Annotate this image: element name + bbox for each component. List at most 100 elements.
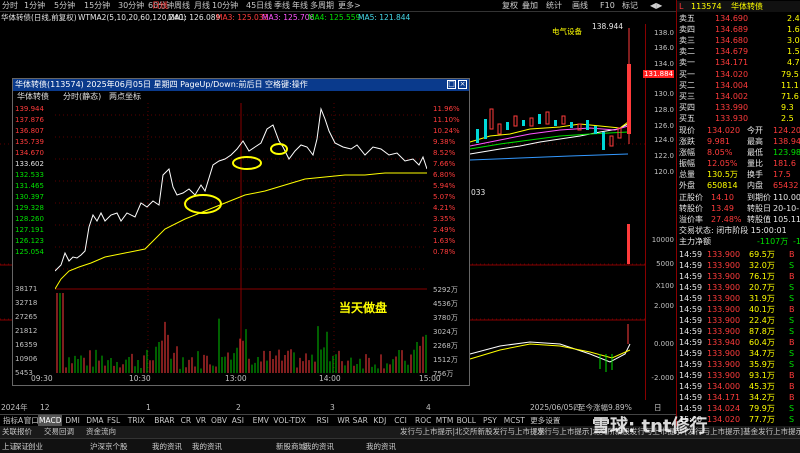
indicator-tab[interactable]: CCI — [393, 415, 408, 426]
indicator-tab[interactable]: FSL — [106, 415, 121, 426]
stat-value: 65432 — [773, 181, 799, 190]
buy-volume: 9.3 — [781, 103, 794, 112]
tick-side: S — [789, 327, 795, 336]
taskbar-item[interactable]: 我的资讯 — [152, 439, 182, 453]
intraday-price-tick: 135.739 — [15, 138, 44, 146]
ma-indicator-bar: 华体转债(日线,前复权) WTMA2(5,10,20,60,120,240) M… — [0, 12, 660, 24]
indicator-tab[interactable]: SAR — [352, 415, 369, 426]
intraday-pct-tick: 1.63% — [433, 237, 456, 245]
stat-key: 外盘 — [679, 181, 695, 190]
indicator-tab[interactable]: OBV — [210, 415, 228, 426]
intraday-volume-tick: 5453 — [15, 369, 33, 377]
tick-time: 14:59 — [679, 250, 703, 259]
status-flow[interactable]: 资金流向 — [86, 426, 116, 438]
indicator-tab[interactable]: WR — [336, 415, 351, 426]
taskbar-item[interactable]: 深证 — [14, 439, 29, 453]
nav-arrows-icon[interactable]: ◀▶ — [650, 0, 662, 12]
stat-key: 最高 — [747, 137, 763, 146]
taskbar-item[interactable]: 我的资讯 — [304, 439, 334, 453]
cb-value: 13.49 — [711, 204, 734, 213]
taskbar-item[interactable]: 我的资讯 — [192, 439, 222, 453]
indicator-tab[interactable]: EMV — [252, 415, 270, 426]
trade-status-row: 交易状态: 闭市阶段 15:00:01 — [677, 225, 800, 236]
popup-titlebar[interactable]: 华体转债(113574) 2025年06月05日 星期四 PageUp/Down… — [13, 79, 469, 91]
indicator-tab[interactable]: BRAR — [153, 415, 175, 426]
buy-label: 买一 — [679, 70, 695, 79]
indicator-tab[interactable]: MCST — [503, 415, 526, 426]
indicator-tab[interactable]: PSY — [482, 415, 498, 426]
indicator-tab[interactable]: 设置 — [544, 415, 561, 426]
indicator-tab[interactable]: ASI — [231, 415, 245, 426]
popup-close-icon[interactable]: × — [458, 80, 467, 89]
restore-button[interactable]: 复权 — [502, 0, 518, 12]
stats-button[interactable]: 统计 — [546, 0, 562, 12]
taskbar-item[interactable]: 我的资讯 — [366, 439, 396, 453]
tick-volume: 34.7万 — [749, 349, 775, 358]
tick-volume: 69.5万 — [749, 250, 775, 259]
indicator-tab[interactable]: VR — [195, 415, 207, 426]
indicator-tab[interactable]: ROC — [414, 415, 432, 426]
popup-maximize-icon[interactable]: □ — [447, 80, 456, 89]
tick-volume: 34.2万 — [749, 393, 775, 402]
period-tab[interactable]: 月线 — [194, 0, 210, 12]
tick-side: S — [789, 316, 795, 325]
period-tab[interactable]: 5分钟 — [54, 0, 75, 12]
period-tab[interactable]: 分时 — [2, 0, 18, 12]
buy-price: 134.002 — [715, 92, 749, 101]
annotation-text: 当天做盘 — [339, 301, 388, 315]
indicator-tab[interactable]: BOLL — [456, 415, 477, 426]
period-tab[interactable]: 多周期 — [310, 0, 334, 12]
sell-label: 卖四 — [679, 25, 695, 34]
taskbar-item[interactable]: 新股商城 — [276, 439, 306, 453]
cb-row: 正股价 14.10 到期价 110.00 — [677, 192, 800, 203]
period-tab[interactable]: 15分钟 — [84, 0, 110, 12]
indicator-tab[interactable]: MTM — [435, 415, 455, 426]
period-tab[interactable]: 1分钟 — [24, 0, 45, 12]
indicator-tab[interactable]: DMA — [85, 415, 104, 426]
tick-time: 14:59 — [679, 338, 703, 347]
taskbar-item[interactable]: 创业 — [28, 439, 43, 453]
ma1-value: MA1: 126.089 — [168, 13, 221, 22]
cb-value: 27.48% — [711, 215, 742, 224]
period-tab-more[interactable]: 更多> — [338, 0, 361, 12]
tick-side: S — [789, 349, 795, 358]
tick-volume: 87.8万 — [749, 327, 775, 336]
period-tab[interactable]: 30分钟 — [118, 0, 144, 12]
period-tab[interactable]: 年线 — [292, 0, 308, 12]
indicator-tab[interactable]: TRIX — [127, 415, 146, 426]
indicator-tab[interactable]: DMI — [64, 415, 80, 426]
buy-price: 133.990 — [715, 103, 749, 112]
status-callback[interactable]: 交易回调 — [44, 426, 74, 438]
tick-time: 14:59 — [679, 327, 703, 336]
stat-key: 总量 — [679, 170, 695, 179]
cb-value: 14.10 — [711, 193, 734, 202]
period-tab[interactable]: 季线 — [274, 0, 290, 12]
stat-key: 现价 — [679, 126, 695, 135]
ticker-left: 发行与上市提示|北交所新股发行与上市提示 — [400, 427, 546, 436]
period-tab[interactable]: 45日线 — [246, 0, 272, 12]
indicator-tab[interactable]: MACD — [38, 415, 63, 426]
intraday-price-tick: 131.465 — [15, 182, 44, 190]
tick-price: 133.900 — [707, 305, 741, 314]
tick-row: 14:59 133.900 87.8万 S — [677, 326, 800, 337]
tick-row: 14:59 133.900 76.1万 B — [677, 271, 800, 282]
popup-extra[interactable]: 两点坐标 — [109, 91, 141, 103]
intraday-pct-tick: 3.35% — [433, 215, 456, 223]
period-tab[interactable]: 10分钟 — [212, 0, 238, 12]
period-tab[interactable]: 周线 — [174, 0, 190, 12]
indicator-tab[interactable]: RSI — [316, 415, 330, 426]
buy-label: 买四 — [679, 103, 695, 112]
indicator-tab[interactable]: VOL-TDX — [272, 415, 306, 426]
indicator-tab[interactable]: KDJ — [372, 415, 387, 426]
tick-volume: 40.1万 — [749, 305, 775, 314]
taskbar-item[interactable]: 沪深京个股 — [90, 439, 128, 453]
overlay-button[interactable]: 叠加 — [522, 0, 538, 12]
f10-button[interactable]: F10 — [600, 0, 615, 12]
intraday-popup[interactable]: 华体转债(113574) 2025年06月05日 星期四 PageUp/Down… — [12, 78, 470, 386]
mark-button[interactable]: 标记 — [622, 0, 638, 12]
indicator-tab[interactable]: CR — [180, 415, 192, 426]
indicator-tab[interactable]: 指标A — [2, 415, 24, 426]
draw-button[interactable]: 画线 — [572, 0, 588, 12]
period-tab-active[interactable]: 日线 — [152, 0, 168, 12]
status-quote[interactable]: 关联报价 — [2, 426, 32, 438]
